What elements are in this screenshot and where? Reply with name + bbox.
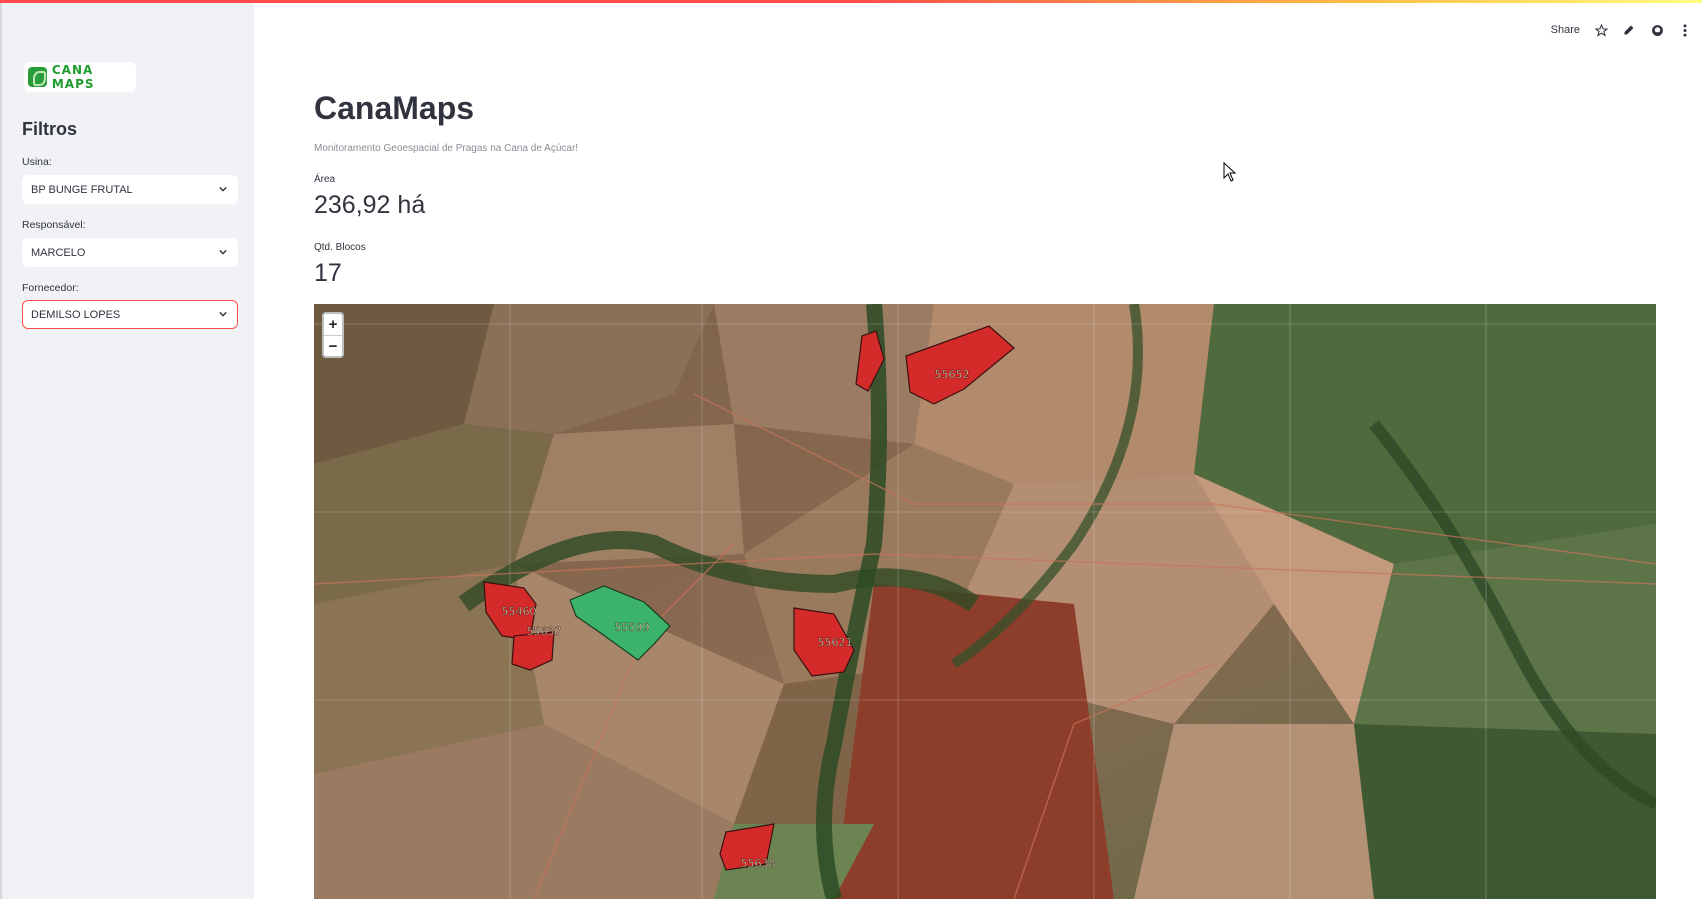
- block-label-55460: 55460: [502, 605, 537, 618]
- logo-text: CANA MAPS: [51, 63, 95, 91]
- chevron-down-icon: [219, 311, 227, 317]
- responsavel-select-value: MARCELO: [31, 246, 86, 259]
- filters-title: Filtros: [22, 119, 78, 139]
- map-canvas: 55652 55460 55637 55599 55621 55638: [314, 304, 1656, 899]
- usina-select[interactable]: BP BUNGE FRUTAL: [22, 175, 238, 204]
- chevron-down-icon: [219, 186, 227, 192]
- page-subtitle: Monitoramento Geoespacial de Pragas na C…: [314, 143, 579, 154]
- block-label-55652: 55652: [935, 368, 970, 381]
- block-label-55637: 55637: [527, 625, 562, 638]
- top-decoration-bar: [0, 0, 1702, 3]
- zoom-in-button[interactable]: +: [324, 314, 342, 335]
- page-title: CanaMaps: [314, 90, 475, 126]
- responsavel-select[interactable]: MARCELO: [22, 238, 238, 267]
- zoom-control: + −: [322, 312, 344, 358]
- responsavel-label: Responsável:: [22, 219, 86, 231]
- app-logo: CANA MAPS: [24, 62, 136, 92]
- zoom-out-button[interactable]: −: [324, 335, 342, 356]
- blocks-metric-label: Qtd. Blocos: [314, 242, 366, 253]
- area-metric-value: 236,92 há: [314, 191, 426, 219]
- header-actions: Share: [1551, 20, 1702, 40]
- fornecedor-select[interactable]: DEMILSO LOPES: [22, 300, 238, 329]
- fornecedor-select-value: DEMILSO LOPES: [31, 308, 121, 321]
- area-metric-label: Área: [314, 174, 336, 185]
- share-button[interactable]: Share: [1551, 24, 1580, 36]
- satellite-map[interactable]: + − 55652 55460 55637 55599 55621 55638: [314, 304, 1656, 899]
- fornecedor-label: Fornecedor:: [22, 282, 79, 294]
- block-label-55638: 55638: [741, 857, 776, 870]
- block-label-55621: 55621: [818, 636, 853, 649]
- edit-icon[interactable]: [1622, 23, 1636, 37]
- cane-leaf-icon: [28, 67, 47, 87]
- blocks-metric-value: 17: [314, 259, 342, 287]
- more-vertical-icon[interactable]: [1678, 23, 1692, 37]
- mouse-cursor-icon: [1223, 162, 1237, 182]
- github-icon[interactable]: [1650, 23, 1664, 37]
- usina-label: Usina:: [22, 156, 52, 168]
- chevron-down-icon: [219, 249, 227, 255]
- star-icon[interactable]: [1594, 23, 1608, 37]
- sidebar: CANA MAPS Filtros Usina: BP BUNGE FRUTAL…: [0, 0, 254, 899]
- block-label-55599: 55599: [615, 621, 650, 634]
- usina-select-value: BP BUNGE FRUTAL: [31, 183, 133, 196]
